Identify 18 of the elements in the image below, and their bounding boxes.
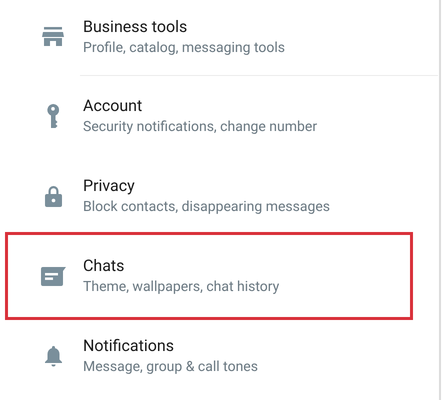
store-icon: [42, 26, 64, 46]
item-title: Chats: [83, 255, 126, 277]
settings-item[interactable]: Chats Theme, wallpapers, chat history: [5, 232, 413, 320]
item-title: Business tools: [83, 16, 188, 38]
settings-item[interactable]: Business tools Profile, catalog, messaging tools: [5, 0, 413, 75]
item-subtitle: Profile, catalog, messaging tools: [83, 38, 286, 58]
item-title: Notifications: [83, 335, 175, 357]
settings-item[interactable]: Account Security notifications, change number: [5, 76, 413, 156]
chat-icon: [40, 266, 66, 286]
key-icon: [47, 104, 59, 128]
bell-icon: [44, 346, 62, 366]
item-title: Privacy: [83, 175, 136, 197]
item-subtitle: Block contacts, disappearing messages: [83, 198, 332, 217]
item-title: Account: [83, 95, 144, 117]
item-subtitle: Message, group & call tones: [83, 358, 259, 377]
item-subtitle: Theme, wallpapers, chat history: [83, 278, 280, 297]
item-subtitle: Security notifications, change number: [83, 118, 318, 137]
lock-icon: [44, 185, 62, 207]
